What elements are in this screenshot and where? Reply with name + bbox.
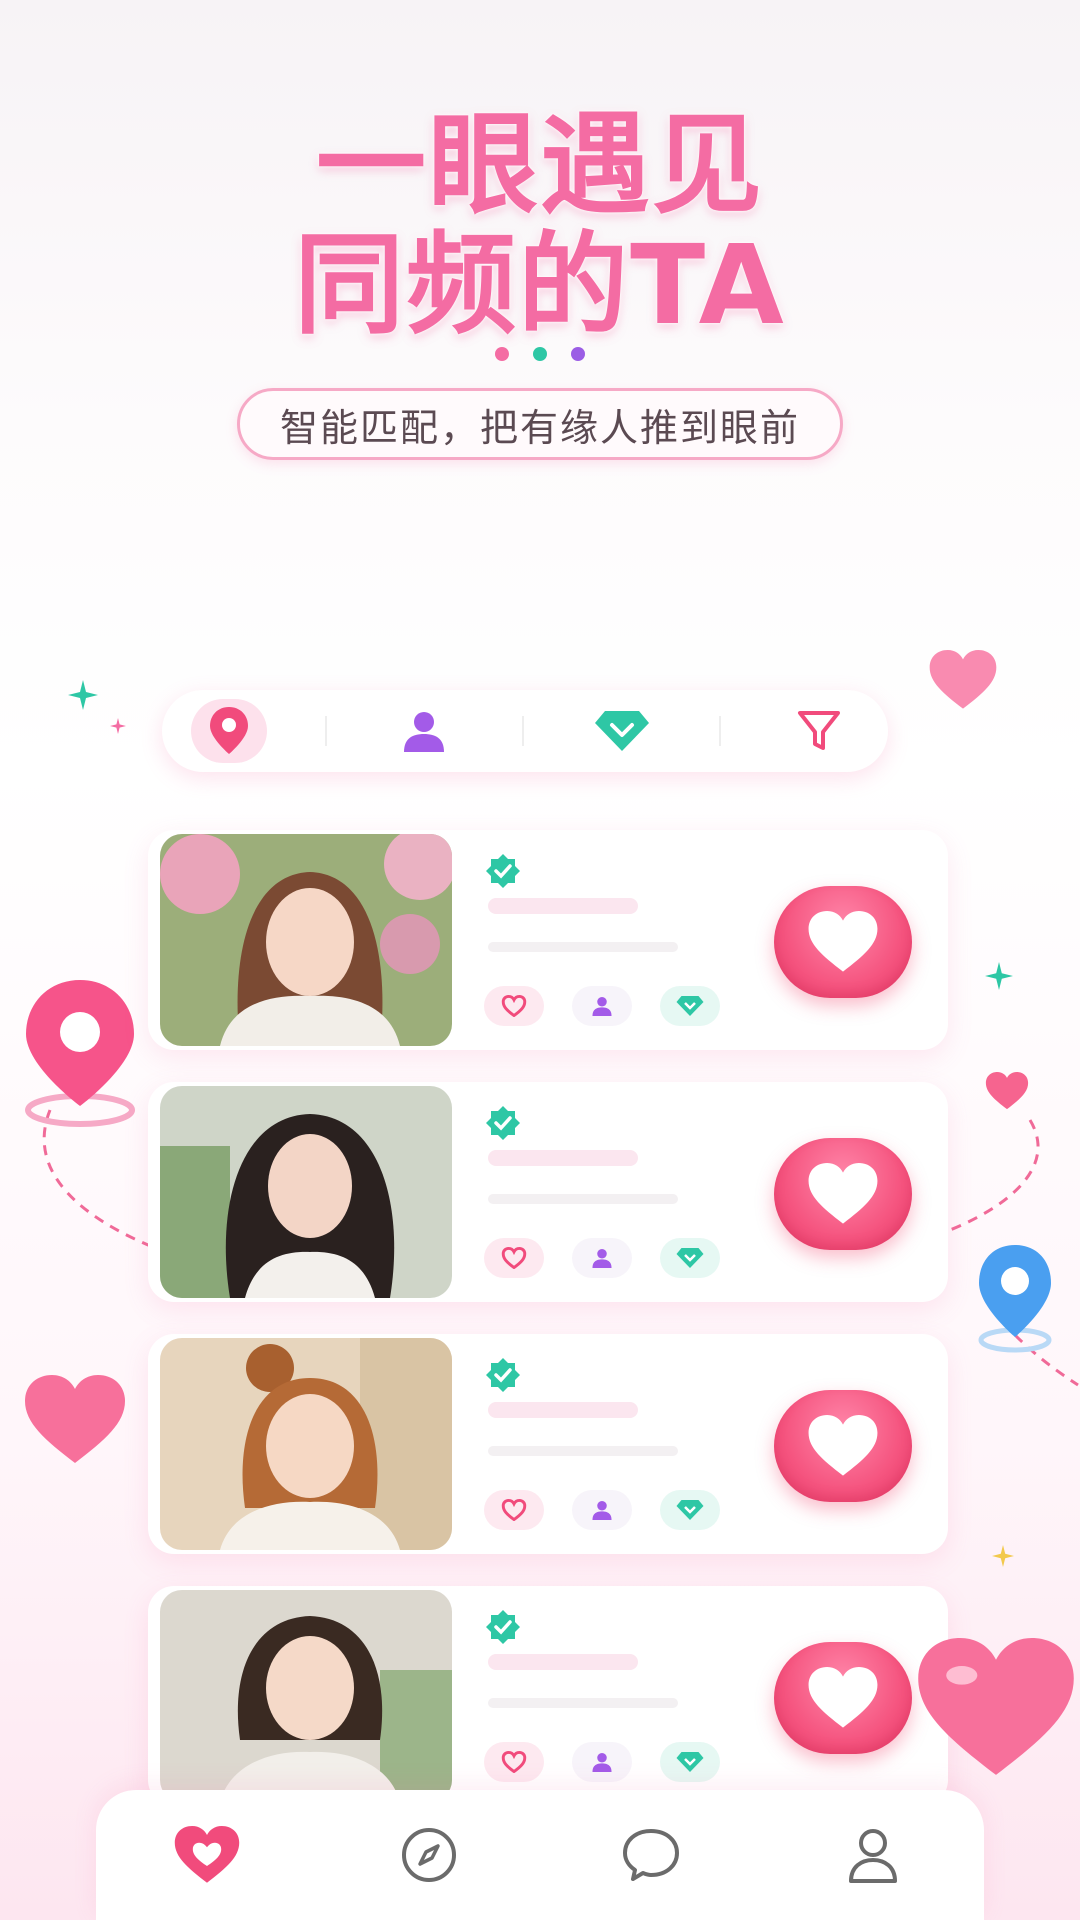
chip-person: [572, 986, 632, 1026]
chip-person: [572, 1238, 632, 1278]
hero-title-line1: 一眼遇见: [316, 101, 764, 229]
page-indicator-dots: [0, 347, 1080, 361]
tab-discover[interactable]: [384, 1810, 474, 1900]
profile-photo[interactable]: [160, 1338, 452, 1550]
person-icon: [592, 996, 612, 1016]
like-button[interactable]: [774, 1642, 912, 1754]
tab-messages[interactable]: [606, 1810, 696, 1900]
info-placeholder: [488, 1446, 678, 1456]
tag-chips: [484, 1490, 720, 1530]
verified-badge-icon: [486, 1106, 520, 1140]
tag-chips: [484, 1238, 720, 1278]
profile-photo[interactable]: [160, 1086, 452, 1298]
divider: [324, 716, 327, 746]
person-icon: [592, 1248, 612, 1268]
chip-heart: [484, 1742, 544, 1782]
indicator-dot: [533, 347, 547, 361]
filter-bar: [162, 690, 888, 772]
heart-decoration-icon: [25, 1375, 125, 1463]
profile-photo[interactable]: [160, 1590, 452, 1802]
info-placeholder: [488, 942, 678, 952]
indicator-dot: [495, 347, 509, 361]
chip-person: [572, 1490, 632, 1530]
chip-diamond: [660, 1238, 720, 1278]
chip-heart: [484, 1490, 544, 1530]
portrait-woman-4: [160, 1590, 452, 1802]
verified-badge-icon: [486, 854, 520, 888]
heart-outline-icon: [501, 995, 527, 1017]
heart-icon: [808, 1415, 878, 1476]
chip-diamond: [660, 986, 720, 1026]
heart-icon: [808, 1667, 878, 1728]
indicator-dot: [571, 347, 585, 361]
diamond-icon: [676, 1752, 704, 1772]
heart-outline-icon: [501, 1247, 527, 1269]
heart-outline-icon: [501, 1751, 527, 1773]
sparkle-icon: [985, 962, 1013, 990]
portrait-woman-1: [160, 834, 452, 1046]
verified-badge-icon: [486, 1610, 520, 1644]
filter-funnel-button[interactable]: [779, 699, 859, 763]
divider: [719, 716, 722, 746]
portrait-woman-3: [160, 1338, 452, 1550]
filter-person-button[interactable]: [384, 699, 464, 763]
sparkle-icon: [68, 680, 98, 710]
name-placeholder: [488, 1402, 638, 1418]
sparkle-icon: [110, 718, 126, 734]
diamond-icon: [594, 711, 649, 751]
name-placeholder: [488, 898, 638, 914]
profile-icon: [849, 1829, 897, 1883]
portrait-woman-2: [160, 1086, 452, 1298]
tab-profile[interactable]: [828, 1810, 918, 1900]
diamond-icon: [676, 1500, 704, 1520]
like-button[interactable]: [774, 1138, 912, 1250]
like-button[interactable]: [774, 886, 912, 998]
heart-icon: [174, 1826, 240, 1883]
chip-diamond: [660, 1742, 720, 1782]
chip-person: [572, 1742, 632, 1782]
location-pin-icon: [209, 707, 248, 754]
divider: [521, 716, 524, 746]
person-icon: [592, 1752, 612, 1772]
filter-nearby-button[interactable]: [190, 699, 267, 763]
sparkle-icon: [992, 1545, 1014, 1567]
chip-heart: [484, 986, 544, 1026]
filter-vip-button[interactable]: [582, 699, 662, 763]
profile-card[interactable]: [148, 1334, 948, 1554]
diamond-icon: [676, 1248, 704, 1268]
profile-card[interactable]: [148, 830, 948, 1050]
chip-diamond: [660, 1490, 720, 1530]
heart-decoration-icon: [929, 650, 997, 709]
bottom-tab-bar: [96, 1790, 984, 1920]
location-pin-decoration-icon: [978, 1245, 1052, 1353]
chat-bubble-icon: [623, 1829, 679, 1881]
dashed-path-decoration: [949, 1119, 1040, 1232]
name-placeholder: [488, 1150, 638, 1166]
tag-chips: [484, 986, 720, 1026]
location-pin-decoration-icon: [25, 980, 135, 1127]
info-placeholder: [488, 1194, 678, 1204]
info-placeholder: [488, 1698, 678, 1708]
person-icon: [404, 712, 445, 752]
person-icon: [592, 1500, 612, 1520]
tag-chips: [484, 1742, 720, 1782]
heart-outline-icon: [501, 1499, 527, 1521]
compass-icon: [402, 1828, 456, 1882]
heart-icon: [808, 1163, 878, 1224]
tab-home[interactable]: [162, 1810, 252, 1900]
name-placeholder: [488, 1654, 638, 1670]
profile-card[interactable]: [148, 1586, 948, 1806]
hero-title-line2: 同频的TA: [294, 221, 786, 349]
subtitle-pill: 智能匹配，把有缘人推到眼前: [237, 388, 843, 460]
heart-decoration-icon: [985, 1072, 1029, 1110]
like-button[interactable]: [774, 1390, 912, 1502]
verified-badge-icon: [486, 1358, 520, 1392]
profile-photo[interactable]: [160, 834, 452, 1046]
filter-funnel-icon: [798, 711, 841, 750]
heart-decoration-icon: [918, 1638, 1074, 1775]
profile-card[interactable]: [148, 1082, 948, 1302]
heart-icon: [808, 911, 878, 972]
chip-heart: [484, 1238, 544, 1278]
diamond-icon: [676, 996, 704, 1016]
